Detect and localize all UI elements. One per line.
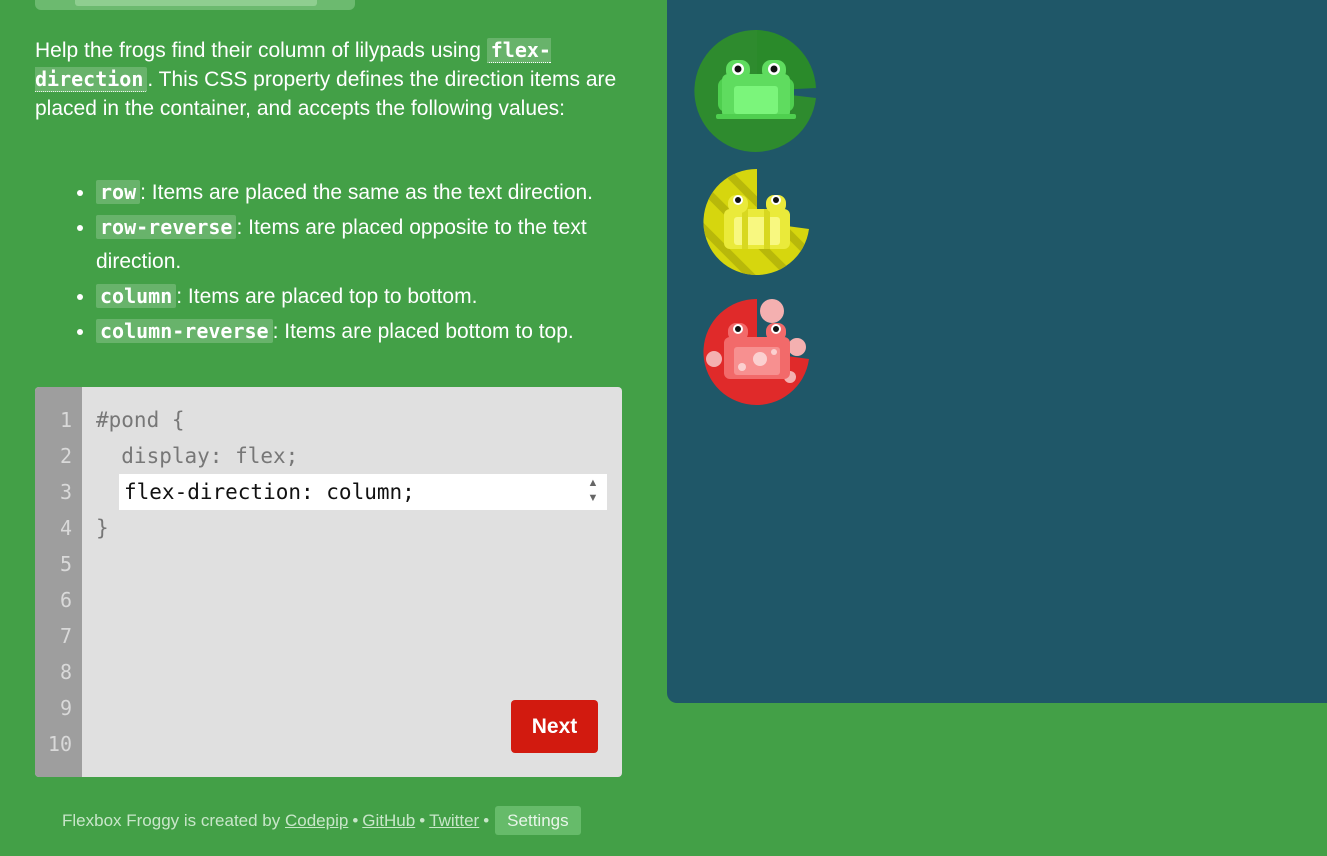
- instructions-intro: Help the frogs find their column of lily…: [35, 38, 617, 120]
- value-code: row-reverse: [96, 215, 237, 239]
- line-number: 1: [59, 408, 72, 432]
- separator: •: [483, 811, 490, 830]
- settings-button[interactable]: Settings: [495, 806, 581, 835]
- code-line-display: display: flex;: [96, 444, 299, 468]
- next-button[interactable]: Next: [511, 700, 598, 753]
- line-number: 6: [59, 588, 72, 612]
- value-code: row: [96, 180, 141, 204]
- codepip-link[interactable]: Codepip: [285, 811, 348, 830]
- input-resize-spinner[interactable]: ▲ ▼: [583, 476, 603, 508]
- chevron-up-icon[interactable]: ▲: [583, 476, 603, 491]
- line-number: 7: [59, 624, 72, 648]
- list-item: row: Items are placed the same as the te…: [96, 175, 661, 210]
- github-link[interactable]: GitHub: [362, 811, 415, 830]
- value-code: column-reverse: [96, 319, 273, 343]
- code-line-selector: #pond {: [96, 408, 185, 432]
- line-number: 9: [59, 696, 72, 720]
- line-number: 8: [59, 660, 72, 684]
- chevron-down-icon[interactable]: ▼: [583, 491, 603, 506]
- line-number: 5: [59, 552, 72, 576]
- yellow-frog-lilypad-icon: [703, 168, 810, 275]
- list-item: row-reverse: Items are placed opposite t…: [96, 210, 661, 279]
- twitter-link[interactable]: Twitter: [429, 811, 479, 830]
- instructions: Help the frogs find their column of lily…: [35, 36, 625, 123]
- line-number: 4: [59, 516, 72, 540]
- separator: •: [352, 811, 359, 830]
- value-code: column: [96, 284, 177, 308]
- pond: [667, 0, 1327, 703]
- line-number: 2: [59, 444, 72, 468]
- footer: Flexbox Froggy is created by Codepip • Git…: [62, 806, 581, 835]
- line-number: 10: [47, 732, 72, 756]
- footer-credit: Flexbox Froggy is created by: [62, 811, 281, 830]
- green-frog-lilypad-icon: [694, 29, 816, 152]
- list-item: column-reverse: Items are placed bottom …: [96, 314, 661, 349]
- line-number-gutter: 1 2 3 4 5 6 7 8 9 10: [35, 387, 82, 777]
- code-input[interactable]: [119, 474, 607, 510]
- code-line-close: }: [96, 516, 109, 540]
- separator: •: [419, 811, 426, 830]
- level-progress-fill: [75, 0, 317, 6]
- line-number: 3: [59, 480, 72, 504]
- red-frog-lilypad-icon: [703, 298, 809, 405]
- level-progress-bar[interactable]: [35, 0, 355, 10]
- values-list: row: Items are placed the same as the te…: [58, 175, 661, 349]
- list-item: column: Items are placed top to bottom.: [96, 279, 661, 314]
- css-editor: 1 2 3 4 5 6 7 8 9 10 #pond { display: fl…: [35, 387, 622, 777]
